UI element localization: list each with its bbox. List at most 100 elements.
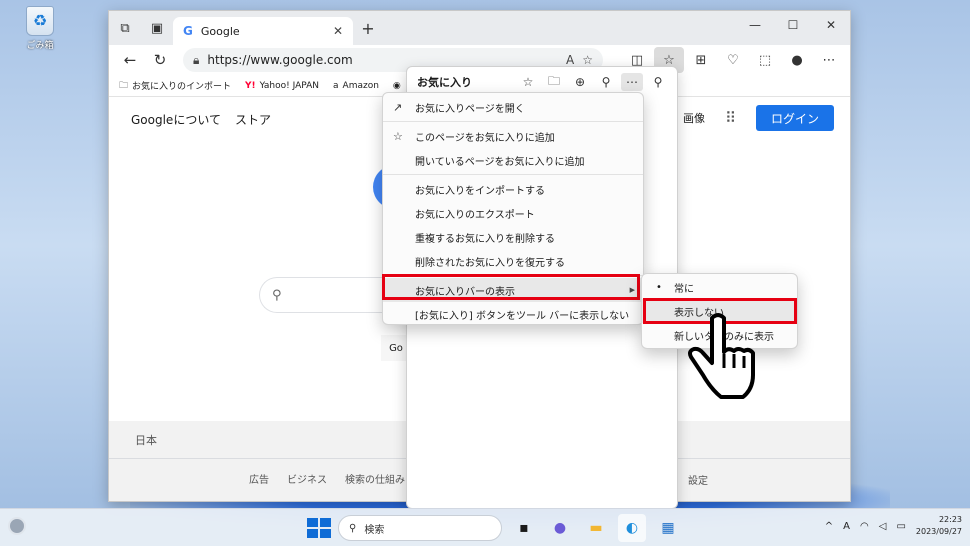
clock-date: 2023/09/27 <box>915 527 962 536</box>
browser-essentials-icon[interactable]: ♡ <box>718 47 748 73</box>
favbar-amazon-label: Amazon <box>342 80 379 91</box>
url-text: https://www.google.com <box>207 53 353 67</box>
submenu-item-label: 常に <box>674 283 694 295</box>
new-tab-button[interactable]: + <box>353 19 383 38</box>
google-apps-icon[interactable]: ⠿ <box>725 109 736 127</box>
favorites-search-icon[interactable]: ⚲ <box>595 73 617 91</box>
back-icon[interactable]: ← <box>115 47 145 73</box>
tab-google[interactable]: G Google ✕ <box>173 17 353 45</box>
menu-hide-favorites-button[interactable]: [お気に入り] ボタンをツール バーに表示しない <box>383 302 643 326</box>
add-this-page-icon[interactable]: ☆ <box>517 73 539 91</box>
store-icon[interactable]: ▦ <box>654 514 682 542</box>
favbar-import-label: お気に入りのインポート <box>132 82 232 92</box>
maximize-icon[interactable]: ☐ <box>774 11 812 39</box>
minimize-icon[interactable]: — <box>736 11 774 39</box>
profile-icon[interactable]: ● <box>782 47 812 73</box>
menu-open-favorites-page[interactable]: ↗ お気に入りページを開く <box>383 95 643 119</box>
submenu-always[interactable]: • 常に <box>642 275 797 299</box>
edge-icon[interactable]: ◐ <box>618 514 646 542</box>
google-top-left-links: Googleについて ストア <box>131 111 271 128</box>
widgets-icon[interactable] <box>8 517 26 535</box>
recycle-bin-label: ごみ箱 <box>26 41 54 51</box>
favbar-yahoo[interactable]: Y! Yahoo! JAPAN <box>245 81 319 91</box>
add-favorite-star-icon[interactable]: ☆ <box>582 53 593 67</box>
recycle-bin-icon: ♻ <box>26 6 54 36</box>
pin-icon[interactable]: ⚲ <box>647 73 669 91</box>
taskbar-search-icon: ⚲ <box>349 522 357 534</box>
selected-dot-icon: • <box>656 281 662 293</box>
menu-separator <box>383 121 643 122</box>
favbar-github[interactable]: ◉ <box>393 81 401 91</box>
github-favicon-icon: ◉ <box>392 80 401 91</box>
extensions-icon[interactable]: ⬚ <box>750 47 780 73</box>
menu-item-label: このページをお気に入りに追加 <box>415 132 555 144</box>
close-window-icon[interactable]: ✕ <box>812 11 850 39</box>
clock-time: 22:23 <box>938 515 962 524</box>
menu-remove-duplicates[interactable]: 重複するお気に入りを削除する <box>383 225 643 249</box>
start-icon[interactable] <box>304 515 331 541</box>
menu-item-label: お気に入りをインポートする <box>415 185 545 197</box>
tab-actions-icon[interactable]: ▣ <box>141 11 173 45</box>
add-page-folder-icon[interactable]: ⊕ <box>569 73 591 91</box>
taskbar-search-placeholder: 検索 <box>364 524 385 536</box>
open-external-icon: ↗ <box>393 100 403 114</box>
menu-item-label: お気に入りページを開く <box>415 103 525 115</box>
yahoo-favicon-icon: Y! <box>245 80 256 91</box>
menu-item-label: お気に入りのエクスポート <box>415 209 535 221</box>
close-tab-icon[interactable]: ✕ <box>333 24 343 38</box>
pointing-hand-icon <box>688 313 755 399</box>
footer-settings-link[interactable]: 設定 <box>688 472 708 487</box>
lock-icon[interactable]: 🔒︎ <box>193 53 199 68</box>
menu-separator <box>383 174 643 175</box>
menu-restore-deleted[interactable]: 削除されたお気に入りを復元する <box>383 249 643 273</box>
highlight-box-favorites-bar-item <box>382 274 640 300</box>
login-button[interactable]: ログイン <box>756 105 834 131</box>
battery-icon[interactable]: ▭ <box>896 521 905 532</box>
search-icon: ⚲ <box>272 287 282 303</box>
workspaces-icon[interactable]: ⧉ <box>109 11 141 45</box>
menu-import-favorites[interactable]: お気に入りをインポートする <box>383 177 643 201</box>
footer-how-search-works-link[interactable]: 検索の仕組み <box>345 471 405 486</box>
about-google-link[interactable]: Googleについて <box>131 111 221 128</box>
taskbar-apps: ⚲ 検索 ▪ ● ▬ ◐ ▦ <box>304 514 682 542</box>
footer-ads-link[interactable]: 広告 <box>249 471 269 486</box>
chat-icon[interactable]: ● <box>546 514 574 542</box>
favbar-yahoo-label: Yahoo! JAPAN <box>259 80 320 91</box>
star-add-icon: ☆ <box>393 129 403 143</box>
google-favicon-icon: G <box>183 24 193 38</box>
task-view-icon[interactable]: ▪ <box>510 514 538 542</box>
show-hidden-icons-icon[interactable]: ^ <box>825 521 833 532</box>
folder-icon: 🗀 <box>119 80 129 91</box>
footer-business-link[interactable]: ビジネス <box>287 471 327 486</box>
more-options-icon[interactable]: ⋯ <box>814 47 844 73</box>
favorites-more-icon[interactable]: ⋯ <box>621 73 643 91</box>
clock[interactable]: 22:23 2023/09/27 <box>916 514 962 538</box>
favbar-import[interactable]: 🗀 お気に入りのインポート <box>119 78 231 94</box>
recycle-bin[interactable]: ♻ ごみ箱 <box>18 6 62 51</box>
system-tray: ^ A ◠ ◁ ▭ 22:23 2023/09/27 <box>825 514 962 538</box>
favbar-amazon[interactable]: a Amazon <box>333 81 379 91</box>
menu-item-label: 削除されたお気に入りを復元する <box>415 257 565 269</box>
collections-icon[interactable]: ⊞ <box>686 47 716 73</box>
add-folder-icon[interactable]: 🗀 <box>543 73 565 91</box>
wifi-icon[interactable]: ◠ <box>860 521 869 532</box>
taskbar-search[interactable]: ⚲ 検索 <box>338 515 502 541</box>
taskbar: ⚲ 検索 ▪ ● ▬ ◐ ▦ ^ A ◠ ◁ ▭ 22:23 2023/09/2… <box>0 508 970 546</box>
file-explorer-icon[interactable]: ▬ <box>582 514 610 542</box>
menu-add-open-pages[interactable]: 開いているページをお気に入りに追加 <box>383 148 643 172</box>
favorites-panel-actions: ☆ 🗀 ⊕ ⚲ ⋯ ⚲ <box>517 73 669 91</box>
refresh-icon[interactable]: ↻ <box>145 47 175 73</box>
ime-indicator[interactable]: A <box>843 521 850 532</box>
images-link[interactable]: 画像 <box>683 110 705 126</box>
store-link[interactable]: ストア <box>235 111 271 128</box>
menu-add-this-page[interactable]: ☆ このページをお気に入りに追加 <box>383 124 643 148</box>
amazon-favicon-icon: a <box>333 80 339 91</box>
favorites-panel-title: お気に入り <box>417 76 472 89</box>
google-top-right: 画像 ⠿ ログイン <box>683 105 834 131</box>
menu-export-favorites[interactable]: お気に入りのエクスポート <box>383 201 643 225</box>
volume-icon[interactable]: ◁ <box>879 521 887 532</box>
window-controls: — ☐ ✕ <box>736 11 850 39</box>
menu-item-label: 開いているページをお気に入りに追加 <box>415 156 585 168</box>
read-aloud-icon[interactable]: A <box>566 53 574 67</box>
menu-item-label: [お気に入り] ボタンをツール バーに表示しない <box>415 310 630 322</box>
